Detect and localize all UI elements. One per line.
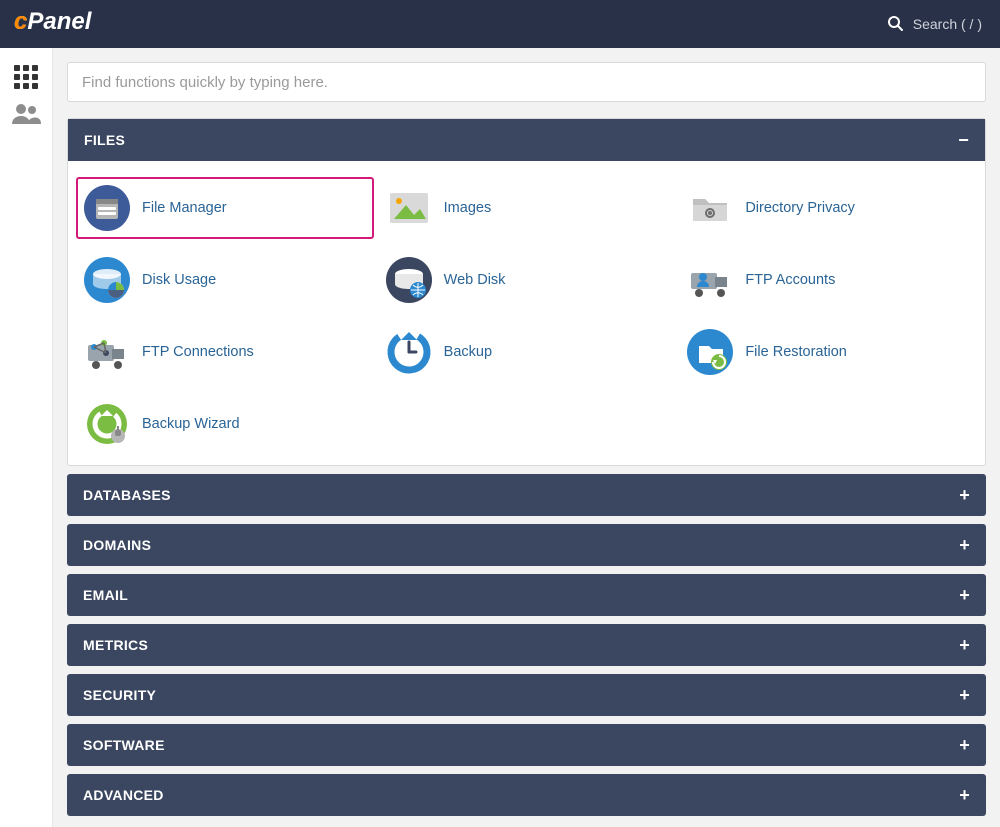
item-label: Web Disk (444, 272, 506, 288)
panel-header-software[interactable]: SOFTWARE + (67, 724, 986, 766)
panel-body-files: File Manager Images (68, 161, 985, 465)
plus-icon: + (959, 636, 970, 654)
item-ftp-connections[interactable]: FTP Connections (76, 321, 374, 383)
item-backup-wizard[interactable]: Backup Wizard (76, 393, 374, 455)
panel-header-domains[interactable]: DOMAINS + (67, 524, 986, 566)
item-web-disk[interactable]: Web Disk (378, 249, 676, 311)
item-label: Images (444, 200, 492, 216)
backup-icon (386, 329, 432, 375)
panel-databases: DATABASES + (67, 474, 986, 516)
item-label: FTP Accounts (745, 272, 835, 288)
file-manager-icon (84, 185, 130, 231)
grid-icon (13, 64, 39, 90)
plus-icon: + (959, 686, 970, 704)
item-ftp-accounts[interactable]: FTP Accounts (679, 249, 977, 311)
sidebar-home-button[interactable] (13, 64, 39, 90)
file-restoration-icon (687, 329, 733, 375)
brand-logo: cPanel c (14, 8, 124, 41)
plus-icon: + (959, 586, 970, 604)
ftp-connections-icon (84, 329, 130, 375)
panel-title: SECURITY (83, 687, 156, 703)
images-icon (386, 185, 432, 231)
sidebar-users-button[interactable] (11, 102, 41, 126)
panel-title: METRICS (83, 637, 148, 653)
minus-icon: − (958, 131, 969, 149)
top-bar: cPanel c Search ( / ) (0, 0, 1000, 48)
search-icon (887, 15, 903, 34)
item-label: Backup Wizard (142, 416, 240, 432)
item-label: Disk Usage (142, 272, 216, 288)
main-content: FILES − (53, 48, 1000, 827)
top-search-label: Search ( / ) (913, 16, 982, 32)
panel-header-databases[interactable]: DATABASES + (67, 474, 986, 516)
directory-privacy-icon (687, 185, 733, 231)
item-label: File Restoration (745, 344, 847, 360)
item-disk-usage[interactable]: Disk Usage (76, 249, 374, 311)
panel-title: SOFTWARE (83, 737, 165, 753)
item-directory-privacy[interactable]: Directory Privacy (679, 177, 977, 239)
plus-icon: + (959, 786, 970, 804)
left-rail (0, 48, 53, 827)
item-label: FTP Connections (142, 344, 254, 360)
svg-text:c: c (14, 8, 27, 35)
ftp-accounts-icon (687, 257, 733, 303)
panel-header-security[interactable]: SECURITY + (67, 674, 986, 716)
backup-wizard-icon (84, 401, 130, 447)
panel-header-email[interactable]: EMAIL + (67, 574, 986, 616)
panel-header-files[interactable]: FILES − (68, 119, 985, 161)
users-icon (11, 102, 41, 126)
panel-advanced: ADVANCED + (67, 774, 986, 816)
panel-title: DOMAINS (83, 537, 151, 553)
panel-title: EMAIL (83, 587, 128, 603)
item-file-manager[interactable]: File Manager (76, 177, 374, 239)
top-search[interactable]: Search ( / ) (887, 15, 982, 34)
panel-title: ADVANCED (83, 787, 164, 803)
panel-domains: DOMAINS + (67, 524, 986, 566)
disk-usage-icon (84, 257, 130, 303)
item-label: Backup (444, 344, 492, 360)
item-label: File Manager (142, 200, 227, 216)
item-backup[interactable]: Backup (378, 321, 676, 383)
item-label: Directory Privacy (745, 200, 855, 216)
panel-files: FILES − (67, 118, 986, 466)
panel-header-metrics[interactable]: METRICS + (67, 624, 986, 666)
web-disk-icon (386, 257, 432, 303)
item-file-restoration[interactable]: File Restoration (679, 321, 977, 383)
item-images[interactable]: Images (378, 177, 676, 239)
panel-software: SOFTWARE + (67, 724, 986, 766)
plus-icon: + (959, 736, 970, 754)
panel-title: FILES (84, 132, 125, 148)
plus-icon: + (959, 536, 970, 554)
panel-header-advanced[interactable]: ADVANCED + (67, 774, 986, 816)
plus-icon: + (959, 486, 970, 504)
panel-security: SECURITY + (67, 674, 986, 716)
quick-find-input[interactable] (67, 62, 986, 102)
panel-title: DATABASES (83, 487, 171, 503)
panel-email: EMAIL + (67, 574, 986, 616)
panel-metrics: METRICS + (67, 624, 986, 666)
